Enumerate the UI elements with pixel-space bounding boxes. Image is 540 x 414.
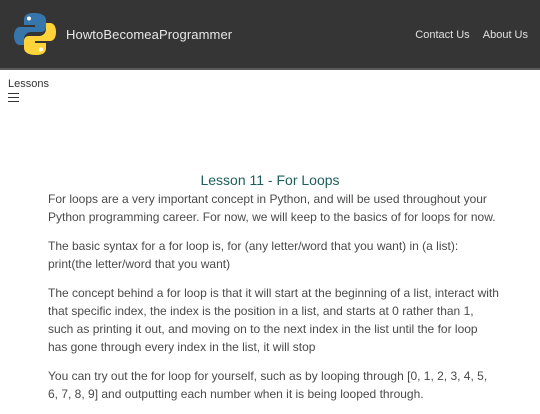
lesson-content: For loops are a very important concept i… bbox=[48, 190, 500, 414]
paragraph-1: For loops are a very important concept i… bbox=[48, 192, 496, 224]
hamburger-menu-icon[interactable] bbox=[8, 93, 19, 103]
page-title: Lesson 11 - For Loops bbox=[200, 172, 340, 189]
lessons-label[interactable]: Lessons bbox=[8, 78, 49, 90]
site-brand[interactable]: HowtoBecomeaProgrammer bbox=[66, 27, 232, 42]
nav-links: Contact Us About Us bbox=[405, 29, 528, 41]
navbar: HowtoBecomeaProgrammer Contact Us About … bbox=[0, 0, 540, 70]
paragraph-3: The concept behind a for loop is that it… bbox=[48, 286, 499, 354]
python-logo-icon[interactable] bbox=[12, 11, 58, 57]
nav-about-us[interactable]: About Us bbox=[483, 29, 528, 41]
paragraph-2: The basic syntax for a for loop is, for … bbox=[48, 239, 459, 271]
paragraph-4: You can try out the for loop for yoursel… bbox=[48, 369, 488, 401]
nav-contact-us[interactable]: Contact Us bbox=[415, 29, 469, 41]
